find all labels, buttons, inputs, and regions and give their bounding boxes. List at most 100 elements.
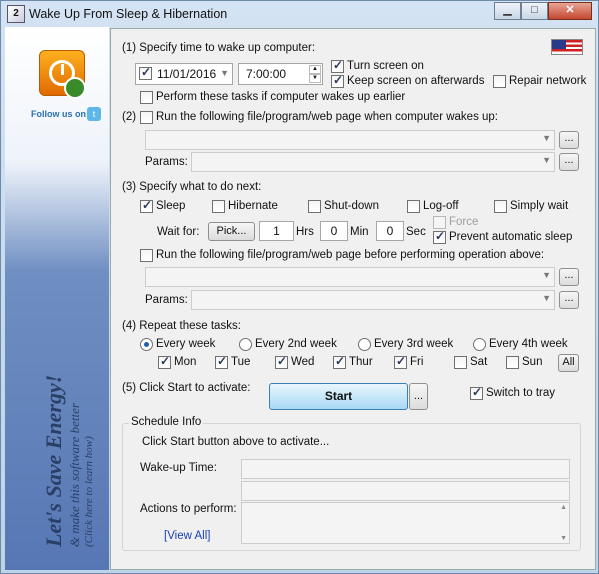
spin-down-icon[interactable]: ▼	[309, 74, 321, 83]
simply-wait-checkbox[interactable]	[494, 200, 507, 213]
hours-input[interactable]: 1	[259, 221, 294, 241]
title-bar: 2 Wake Up From Sleep & Hibernation ▁ □ ✕	[1, 1, 598, 27]
date-checkbox[interactable]	[139, 65, 152, 80]
seconds-input[interactable]: 0	[376, 221, 404, 241]
browse-before-params-button[interactable]: ...	[559, 291, 579, 309]
twitter-icon[interactable]: t	[87, 107, 101, 121]
run-on-wake-checkbox[interactable]	[140, 111, 153, 124]
time-value: 7:00:00	[246, 67, 287, 81]
us-flag-icon[interactable]	[551, 39, 583, 55]
wakeup-time-field	[241, 459, 570, 479]
browse-before-file-button[interactable]: ...	[559, 268, 579, 286]
every-3rd-week-label: Every 3rd week	[374, 338, 454, 350]
chevron-down-icon[interactable]: ▼	[542, 293, 551, 303]
prevent-sleep-checkbox[interactable]	[433, 229, 446, 244]
scroll-down-icon[interactable]: ▼	[560, 535, 567, 542]
simply-wait-label: Simply wait	[510, 200, 569, 212]
pick-button[interactable]: Pick...	[208, 222, 255, 241]
day-sun-label: Sun	[522, 356, 543, 368]
close-button[interactable]: ✕	[548, 2, 592, 20]
params-label: Params:	[145, 156, 188, 168]
wake-params-input[interactable]: ▼	[191, 152, 555, 172]
chevron-down-icon[interactable]: ▼	[542, 133, 551, 143]
day-sat-label: Sat	[470, 356, 488, 368]
view-all-link[interactable]: [View All]	[164, 530, 210, 542]
save-energy-banner[interactable]: Let's Save Energy! & make this software …	[41, 375, 95, 547]
sleep-checkbox[interactable]	[140, 198, 153, 213]
section2-prefix: (2)	[122, 111, 137, 123]
logoff-checkbox[interactable]	[407, 200, 420, 213]
all-days-button[interactable]: All	[558, 354, 579, 372]
date-value: 11/01/2016	[157, 67, 217, 81]
run-before-checkbox[interactable]	[140, 249, 153, 262]
every-3rd-week-radio[interactable]	[358, 338, 371, 351]
app-window: 2 Wake Up From Sleep & Hibernation ▁ □ ✕…	[0, 0, 599, 574]
wake-file-input[interactable]: ▼	[145, 130, 555, 150]
browse-params-button[interactable]: ...	[559, 153, 579, 171]
day-mon-label: Mon	[174, 356, 197, 368]
shutdown-checkbox[interactable]	[308, 200, 321, 213]
chevron-down-icon[interactable]: ▼	[542, 155, 551, 165]
seconds-label: Sec	[406, 226, 426, 238]
chevron-down-icon[interactable]: ▼	[220, 68, 229, 78]
before-params-input[interactable]: ▼	[191, 290, 555, 310]
actions-label: Actions to perform:	[140, 503, 237, 515]
minutes-input[interactable]: 0	[320, 221, 348, 241]
every-4th-week-label: Every 4th week	[489, 338, 568, 350]
wakeup-time-field-2	[241, 481, 570, 501]
wakeup-time-label: Wake-up Time:	[140, 462, 217, 474]
chevron-down-icon[interactable]: ▼	[542, 270, 551, 280]
day-fri-checkbox[interactable]	[394, 354, 407, 369]
app-icon: 2	[7, 5, 25, 23]
day-sat-checkbox[interactable]	[454, 356, 467, 369]
before-params-label: Params:	[145, 294, 188, 306]
minutes-label: Min	[350, 226, 369, 238]
start-button[interactable]: Start	[269, 383, 408, 410]
window-title: Wake Up From Sleep & Hibernation	[29, 7, 228, 21]
turn-screen-on-checkbox[interactable]	[331, 58, 344, 73]
run-on-wake-label: Run the following file/program/web page …	[156, 111, 498, 123]
day-tue-label: Tue	[231, 356, 251, 368]
hibernate-checkbox[interactable]	[212, 200, 225, 213]
actions-textarea[interactable]: ▲ ▼	[241, 502, 570, 544]
perform-earlier-checkbox[interactable]	[140, 91, 153, 104]
hours-label: Hrs	[296, 226, 314, 238]
force-label: Force	[449, 216, 479, 228]
day-sun-checkbox[interactable]	[506, 356, 519, 369]
every-2nd-week-radio[interactable]	[239, 338, 252, 351]
date-picker[interactable]: 11/01/2016 ▼	[135, 63, 233, 85]
start-options-button[interactable]: ...	[409, 383, 428, 410]
sleep-label: Sleep	[156, 200, 186, 212]
run-before-label: Run the following file/program/web page …	[156, 249, 545, 261]
repair-network-checkbox[interactable]	[493, 75, 506, 88]
maximize-button[interactable]: □	[521, 2, 548, 20]
section5-label: (5) Click Start to activate:	[122, 382, 251, 394]
before-file-input[interactable]: ▼	[145, 267, 555, 287]
time-field[interactable]: 7:00:00 ▲ ▼	[238, 63, 323, 85]
app-logo[interactable]	[39, 50, 86, 99]
banner-title: Let's Save Energy!	[41, 374, 66, 547]
day-mon-checkbox[interactable]	[158, 354, 171, 369]
logoff-label: Log-off	[423, 200, 459, 212]
schedule-info-title: Schedule Info	[129, 416, 204, 428]
perform-earlier-label: Perform these tasks if computer wakes up…	[156, 91, 406, 103]
day-wed-checkbox[interactable]	[275, 354, 288, 369]
every-week-radio[interactable]	[140, 338, 153, 351]
day-fri-label: Fri	[410, 356, 424, 368]
spin-up-icon[interactable]: ▲	[309, 65, 321, 74]
section1-label: (1) Specify time to wake up computer:	[122, 42, 316, 54]
banner-link: (Click here to learn how)	[83, 436, 95, 547]
every-4th-week-radio[interactable]	[473, 338, 486, 351]
schedule-status: Click Start button above to activate...	[142, 436, 330, 448]
force-checkbox[interactable]	[433, 216, 446, 229]
follow-us-link[interactable]: Follow us on	[31, 109, 86, 119]
minimize-button[interactable]: ▁	[494, 2, 521, 20]
browse-wake-file-button[interactable]: ...	[559, 131, 579, 149]
scroll-up-icon[interactable]: ▲	[560, 504, 567, 511]
keep-screen-on-checkbox[interactable]	[331, 73, 344, 88]
day-thur-checkbox[interactable]	[333, 354, 346, 369]
switch-to-tray-checkbox[interactable]	[470, 385, 483, 400]
prevent-sleep-label: Prevent automatic sleep	[449, 231, 573, 243]
day-tue-checkbox[interactable]	[215, 354, 228, 369]
wait-for-label: Wait for:	[157, 226, 200, 238]
